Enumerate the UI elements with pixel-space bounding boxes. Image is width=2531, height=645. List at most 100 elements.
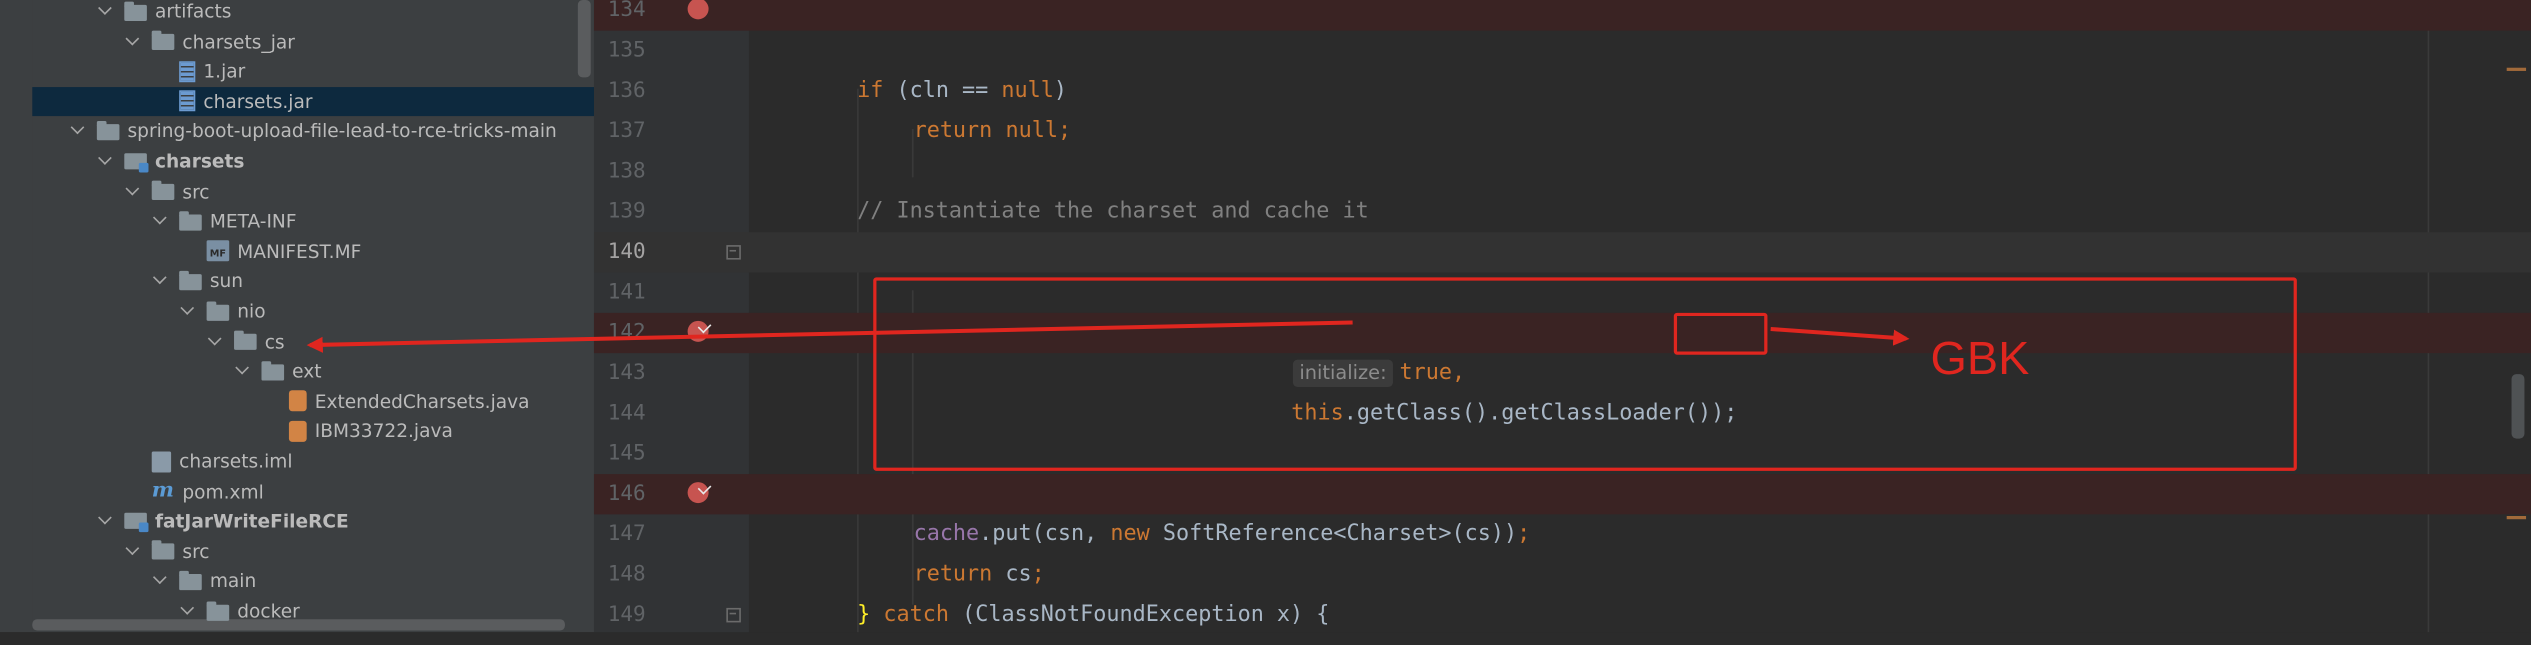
chevron-down-icon[interactable] [236, 363, 252, 379]
folder-icon [179, 210, 202, 231]
folder-icon [179, 570, 202, 590]
chevron-down-icon[interactable] [126, 183, 142, 199]
indent-guide [857, 88, 859, 637]
tree-item[interactable]: docker [32, 597, 594, 626]
chevron-down-icon[interactable] [153, 273, 169, 289]
code-token: if [857, 77, 884, 104]
code-token: cs [992, 561, 1032, 587]
tree-item-label: MANIFEST.MF [237, 239, 362, 263]
tree-item-label: ext [292, 359, 322, 383]
chevron-down-icon[interactable] [71, 123, 87, 139]
code-line[interactable]: return null; [914, 111, 1072, 151]
annotation-label: GBK [1930, 333, 2030, 386]
code-token: (cln == [883, 77, 1002, 104]
editor-horizontal-scrollbar[interactable] [0, 632, 2531, 645]
ide-window: artifacts charsets_jar 1.jar charsets.jar sp… [0, 0, 2531, 645]
line-number: 137 [607, 119, 646, 144]
tree-gutter [0, 0, 33, 645]
folder-icon [124, 0, 147, 21]
tree-item-label: main [209, 569, 257, 593]
code-line[interactable]: if (cln == null) [857, 71, 1067, 111]
folder-icon [234, 330, 257, 351]
iml-file-icon [151, 450, 172, 472]
code-line[interactable]: return cs; [914, 555, 1045, 595]
tree-item-label: artifacts [154, 0, 232, 23]
editor-scrollbar-thumb[interactable] [2511, 374, 2525, 439]
tree-item-label: cs [264, 329, 285, 353]
error-stripe-mark[interactable] [2506, 67, 2527, 71]
chevron-down-icon[interactable] [153, 573, 169, 589]
line-number: 134 [607, 0, 646, 23]
folder-icon [151, 180, 175, 201]
folder-icon [206, 300, 230, 321]
line-number: 142 [607, 320, 646, 346]
code-line[interactable]: } catch (ClassNotFoundException x) { [857, 595, 1329, 635]
line-number: 149 [607, 603, 646, 628]
manifest-icon: MF [206, 240, 230, 262]
tree-item[interactable]: charsets.jar [32, 86, 594, 116]
line-number: 147 [607, 522, 646, 547]
tree-item[interactable]: MF MANIFEST.MF [32, 237, 594, 266]
code-token: } [857, 601, 871, 628]
tree-item[interactable]: cs [32, 327, 594, 356]
chevron-down-icon[interactable] [126, 33, 142, 49]
folder-icon [151, 540, 175, 561]
line-number: 145 [607, 441, 646, 467]
chevron-down-icon[interactable] [208, 333, 224, 349]
chevron-down-icon[interactable] [98, 513, 114, 529]
code-token: ; [1517, 520, 1531, 547]
chevron-down-icon[interactable] [126, 543, 142, 559]
chevron-down-icon[interactable] [181, 603, 197, 619]
tree-item-label: ExtendedCharsets.java [314, 389, 530, 413]
tree-item[interactable]: IBM33722.java [32, 417, 594, 446]
chevron-down-icon[interactable] [153, 213, 169, 229]
tree-item-label: spring-boot-upload-file-lead-to-rce-tric… [127, 119, 557, 143]
tree-item[interactable]: main [32, 567, 594, 596]
tree-item-label: docker [237, 599, 300, 623]
chevron-down-icon[interactable] [98, 153, 114, 169]
code-token: ) [1053, 77, 1068, 104]
module-icon [124, 153, 149, 173]
tree-item[interactable]: charsets_jar [32, 27, 594, 56]
breakpoint-line-highlight [593, 0, 2531, 31]
maven-icon: m [151, 478, 174, 503]
chevron-down-icon[interactable] [181, 303, 197, 319]
tree-item[interactable]: ExtendedCharsets.java [32, 387, 594, 416]
folder-icon [151, 30, 175, 51]
tree-item[interactable]: src [32, 177, 594, 206]
code-line[interactable]: cache.put(csn, new SoftReference<Charset… [914, 514, 1531, 554]
tree-item[interactable]: charsets.iml [32, 447, 594, 476]
folder-icon [96, 120, 120, 141]
tree-item[interactable]: sun [32, 267, 594, 296]
current-line-highlight [593, 232, 2531, 273]
fold-marker-icon[interactable] [726, 607, 741, 623]
annotation-highlight-box [873, 277, 2297, 471]
tree-item[interactable]: fatJarWriteFileRCE [32, 507, 594, 536]
line-number: 135 [607, 38, 646, 63]
line-number: 140 [607, 240, 646, 265]
tree-item[interactable]: nio [32, 297, 594, 326]
tree-item[interactable]: 1.jar [32, 57, 594, 86]
chevron-down-icon[interactable] [98, 3, 114, 19]
tree-item[interactable]: META-INF [32, 207, 594, 236]
tree-item[interactable]: src [32, 537, 594, 566]
tree-item[interactable]: charsets [32, 147, 594, 176]
tree-item[interactable]: spring-boot-upload-file-lead-to-rce-tric… [32, 117, 594, 146]
tree-item-label: src [182, 539, 210, 563]
tree-item[interactable]: m pom.xml [32, 477, 594, 506]
line-number: 148 [607, 562, 646, 587]
folder-icon [179, 270, 202, 291]
error-stripe-mark[interactable] [2506, 516, 2527, 520]
code-line[interactable]: // Instantiate the charset and cache it [857, 192, 1369, 232]
line-number: 144 [607, 401, 646, 426]
tree-item[interactable]: ext [32, 357, 594, 386]
fold-marker-icon[interactable] [726, 245, 741, 260]
tree-item[interactable]: artifacts [32, 0, 594, 26]
